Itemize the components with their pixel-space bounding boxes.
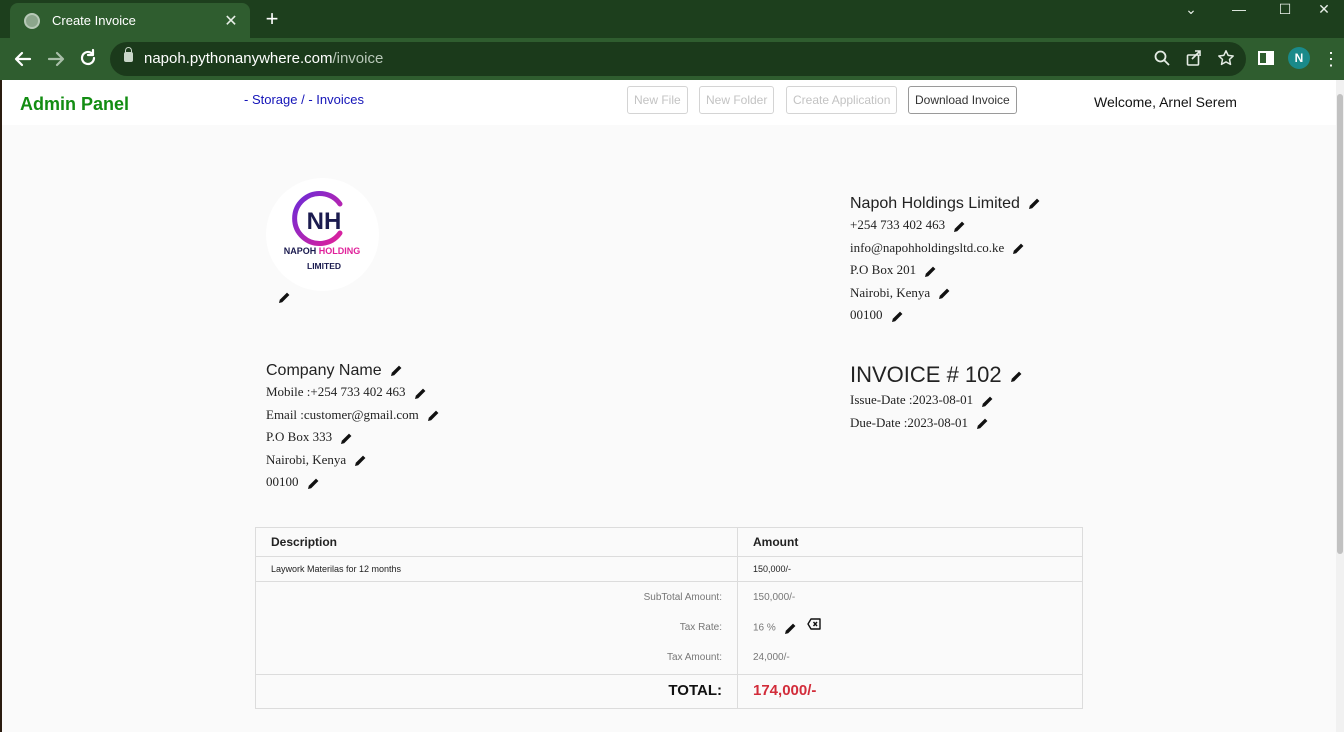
- create-application-button[interactable]: Create Application: [786, 86, 898, 114]
- table-row[interactable]: Laywork Materilas for 12 months 150,000/…: [256, 557, 1082, 582]
- breadcrumb-invoices[interactable]: - Invoices: [308, 92, 364, 107]
- url-text[interactable]: napoh.pythonanywhere.com/invoice: [144, 50, 383, 67]
- table-header-row: Description Amount: [256, 528, 1082, 557]
- tab-search-icon[interactable]: ⌄: [1168, 0, 1214, 20]
- subtotal-label: SubTotal Amount:: [643, 592, 722, 603]
- close-tab-icon[interactable]: ✕: [222, 11, 240, 31]
- edit-client-email-icon[interactable]: [427, 409, 440, 422]
- tax-amount-value: 24,000/-: [753, 652, 790, 663]
- edit-sender-email-icon[interactable]: [1012, 242, 1025, 255]
- sender-po-box: P.O Box 201: [850, 262, 917, 277]
- invoice-info: INVOICE # 102 Issue-Date :2023-08-01 Due…: [850, 361, 1023, 434]
- total-label: TOTAL:: [256, 675, 738, 708]
- total-value: 174,000/-: [753, 682, 817, 699]
- subtotal-value: 150,000/-: [753, 592, 796, 603]
- maximize-button[interactable]: ☐: [1262, 0, 1308, 20]
- client-details: Company Name Mobile :+254 733 402 463 Em…: [266, 361, 440, 494]
- close-window-button[interactable]: ✕: [1304, 0, 1344, 20]
- page-scrollbar[interactable]: [1336, 80, 1344, 732]
- svg-text:LIMITED: LIMITED: [307, 261, 341, 271]
- client-city: Nairobi, Kenya: [266, 451, 347, 467]
- tax-amount-label: Tax Amount:: [666, 652, 722, 663]
- client-po-box: P.O Box 333: [266, 429, 333, 444]
- tax-rate-value: 16 %: [753, 622, 776, 634]
- edit-sender-name-icon[interactable]: [1028, 197, 1041, 210]
- sender-email: info@napohholdingsltd.co.ke: [850, 239, 1005, 255]
- edit-client-city-icon[interactable]: [354, 454, 367, 467]
- minimize-button[interactable]: —: [1216, 0, 1262, 20]
- app-header: Admin Panel - Storage / - Invoices New F…: [2, 80, 1336, 125]
- profile-avatar[interactable]: N: [1288, 47, 1310, 69]
- client-name: Company Name: [266, 362, 382, 379]
- sender-name: Napoh Holdings Limited: [850, 195, 1020, 212]
- remove-tax-icon[interactable]: [807, 613, 821, 643]
- zoom-icon[interactable]: [1152, 49, 1172, 69]
- edit-client-postal-icon[interactable]: [307, 477, 320, 490]
- client-mobile: Mobile :+254 733 402 463: [266, 384, 406, 399]
- header-description: Description: [256, 528, 738, 556]
- due-date: Due-Date :2023-08-01: [850, 414, 969, 430]
- brand-title[interactable]: Admin Panel: [20, 94, 129, 115]
- new-file-button[interactable]: New File: [627, 86, 688, 114]
- page-content: Admin Panel - Storage / - Invoices New F…: [2, 80, 1336, 732]
- edit-sender-postal-icon[interactable]: [891, 310, 904, 323]
- logo-letters: NH: [307, 208, 342, 235]
- sender-city: Nairobi, Kenya: [850, 284, 931, 300]
- reload-icon[interactable]: [75, 46, 101, 72]
- issue-date: Issue-Date :2023-08-01: [850, 392, 974, 407]
- edit-due-date-icon[interactable]: [976, 417, 989, 430]
- breadcrumb-storage[interactable]: - Storage /: [244, 92, 305, 107]
- sender-postal: 00100: [850, 307, 883, 322]
- browser-tab-bar: Create Invoice ✕ + ⌄ — ☐ ✕: [0, 0, 1344, 38]
- item-amount: 150,000/-: [753, 564, 792, 574]
- share-icon[interactable]: [1184, 49, 1204, 69]
- client-email: Email :customer@gmail.com: [266, 406, 419, 422]
- client-postal: 00100: [266, 474, 299, 489]
- tax-rate-label: Tax Rate:: [679, 622, 722, 633]
- sender-phone: +254 733 402 463: [850, 217, 946, 232]
- header-amount: Amount: [753, 535, 799, 549]
- edit-sender-city-icon[interactable]: [938, 287, 951, 300]
- company-logo: NH NAPOH HOLDING LIMITED: [266, 178, 379, 291]
- new-tab-button[interactable]: +: [260, 6, 284, 32]
- browser-toolbar: napoh.pythonanywhere.com/invoice N ⋮: [0, 38, 1344, 80]
- globe-icon: [24, 12, 40, 29]
- back-icon[interactable]: [10, 46, 36, 72]
- edit-client-name-icon[interactable]: [390, 364, 403, 377]
- address-bar[interactable]: napoh.pythonanywhere.com/invoice: [110, 42, 1246, 76]
- invoice-title: INVOICE # 102: [850, 362, 1002, 387]
- browser-tab[interactable]: Create Invoice ✕: [10, 3, 250, 38]
- lock-icon: [124, 47, 133, 62]
- side-panel-icon[interactable]: [1258, 51, 1274, 65]
- edit-sender-phone-icon[interactable]: [953, 220, 966, 233]
- total-row: TOTAL: 174,000/-: [256, 675, 1082, 708]
- edit-client-po-box-icon[interactable]: [340, 432, 353, 445]
- edit-logo-icon[interactable]: [278, 291, 291, 304]
- tab-title: Create Invoice: [52, 13, 136, 28]
- edit-sender-po-box-icon[interactable]: [924, 265, 937, 278]
- edit-issue-date-icon[interactable]: [981, 395, 994, 408]
- svg-text:NAPOH HOLDING: NAPOH HOLDING: [284, 246, 361, 256]
- summary-row: SubTotal Amount: Tax Rate: Tax Amount: 1…: [256, 582, 1082, 675]
- menu-kebab-icon[interactable]: ⋮: [1322, 48, 1340, 70]
- breadcrumb: - Storage / - Invoices: [244, 92, 364, 107]
- item-description: Laywork Materilas for 12 months: [256, 557, 738, 581]
- new-folder-button[interactable]: New Folder: [699, 86, 775, 114]
- edit-client-mobile-icon[interactable]: [414, 387, 427, 400]
- bookmark-star-icon[interactable]: [1216, 49, 1236, 69]
- download-invoice-button[interactable]: Download Invoice: [908, 86, 1017, 114]
- forward-icon[interactable]: [43, 46, 69, 72]
- invoice-table: Description Amount Laywork Materilas for…: [255, 527, 1083, 709]
- sender-details: Napoh Holdings Limited +254 733 402 463 …: [850, 194, 1041, 327]
- edit-invoice-number-icon[interactable]: [1010, 370, 1023, 383]
- scrollbar-thumb[interactable]: [1337, 94, 1343, 554]
- edit-tax-rate-icon[interactable]: [784, 622, 797, 635]
- welcome-text: Welcome, Arnel Serem: [1094, 94, 1237, 110]
